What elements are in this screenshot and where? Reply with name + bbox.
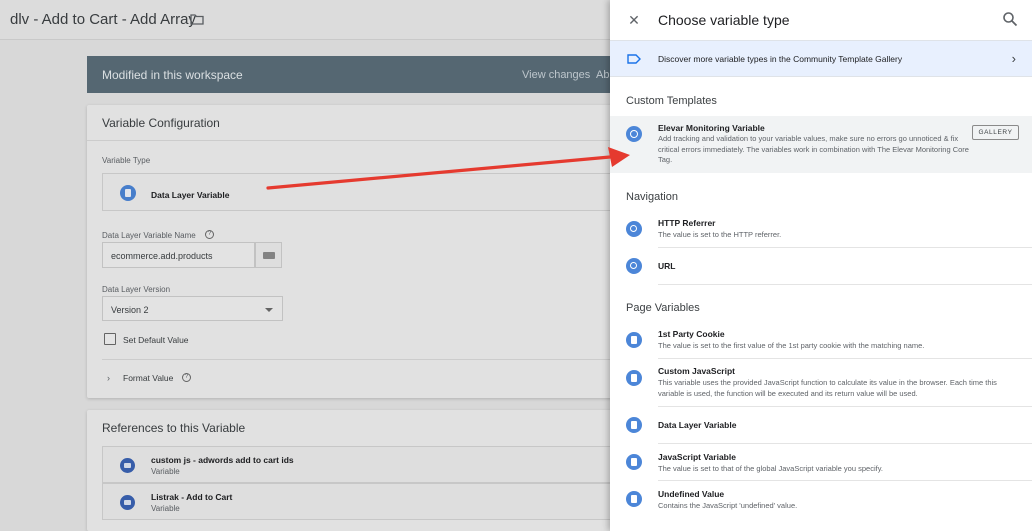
item-name: Data Layer Variable (658, 420, 737, 430)
item-description: The value is set to that of the global J… (658, 464, 883, 473)
item-description: Add tracking and validation to your vari… (658, 134, 969, 164)
item-description: This variable uses the provided JavaScri… (658, 378, 997, 398)
section-page-variables: Page Variables (626, 302, 700, 314)
item-name: Elevar Monitoring Variable (658, 123, 765, 133)
item-description: Contains the JavaScript 'undefined' valu… (658, 501, 798, 510)
variable-type-http-referrer[interactable]: HTTP Referrer The value is set to the HT… (610, 212, 1032, 248)
divider (658, 284, 1032, 285)
chevron-right-icon: › (1011, 51, 1016, 66)
item-description: The value is set to the HTTP referrer. (658, 230, 782, 239)
item-name: Custom JavaScript (658, 366, 735, 376)
divider (658, 358, 1032, 359)
tag-icon (627, 54, 641, 64)
annotation-arrow (266, 147, 630, 190)
gallery-banner-text: Discover more variable types in the Comm… (658, 54, 903, 64)
variable-type-undefined-value[interactable]: Undefined Value Contains the JavaScript … (610, 481, 1032, 518)
search-icon[interactable] (1002, 11, 1018, 27)
globe-icon (626, 258, 642, 274)
item-name: Undefined Value (658, 489, 725, 499)
gallery-button[interactable]: GALLERY (972, 125, 1019, 140)
item-name: HTTP Referrer (658, 218, 716, 228)
item-description: The value is set to the first value of t… (658, 341, 925, 350)
document-icon (626, 332, 642, 348)
variable-type-url[interactable]: URL (610, 248, 1032, 285)
gear-icon (626, 126, 642, 142)
document-icon (626, 370, 642, 386)
item-name: 1st Party Cookie (658, 329, 725, 339)
globe-icon (626, 221, 642, 237)
item-name: JavaScript Variable (658, 452, 736, 462)
item-name: URL (658, 261, 676, 271)
choose-variable-type-drawer: ✕ Choose variable type Discover more var… (610, 0, 1032, 531)
document-icon (626, 417, 642, 433)
community-gallery-link[interactable]: Discover more variable types in the Comm… (610, 40, 1032, 77)
section-custom-templates: Custom Templates (626, 95, 717, 107)
variable-type-javascript-variable[interactable]: JavaScript Variable The value is set to … (610, 444, 1032, 481)
variable-type-custom-javascript[interactable]: Custom JavaScript This variable uses the… (610, 360, 1032, 407)
drawer-title: Choose variable type (658, 12, 790, 28)
document-icon (626, 491, 642, 507)
close-icon[interactable]: ✕ (626, 12, 642, 28)
document-icon (626, 454, 642, 470)
scrim[interactable] (0, 0, 610, 531)
variable-type-data-layer-variable[interactable]: Data Layer Variable (610, 407, 1032, 444)
variable-type-1st-party-cookie[interactable]: 1st Party Cookie The value is set to the… (610, 323, 1032, 359)
variable-type-elevar[interactable]: Elevar Monitoring Variable Add tracking … (610, 116, 1032, 173)
